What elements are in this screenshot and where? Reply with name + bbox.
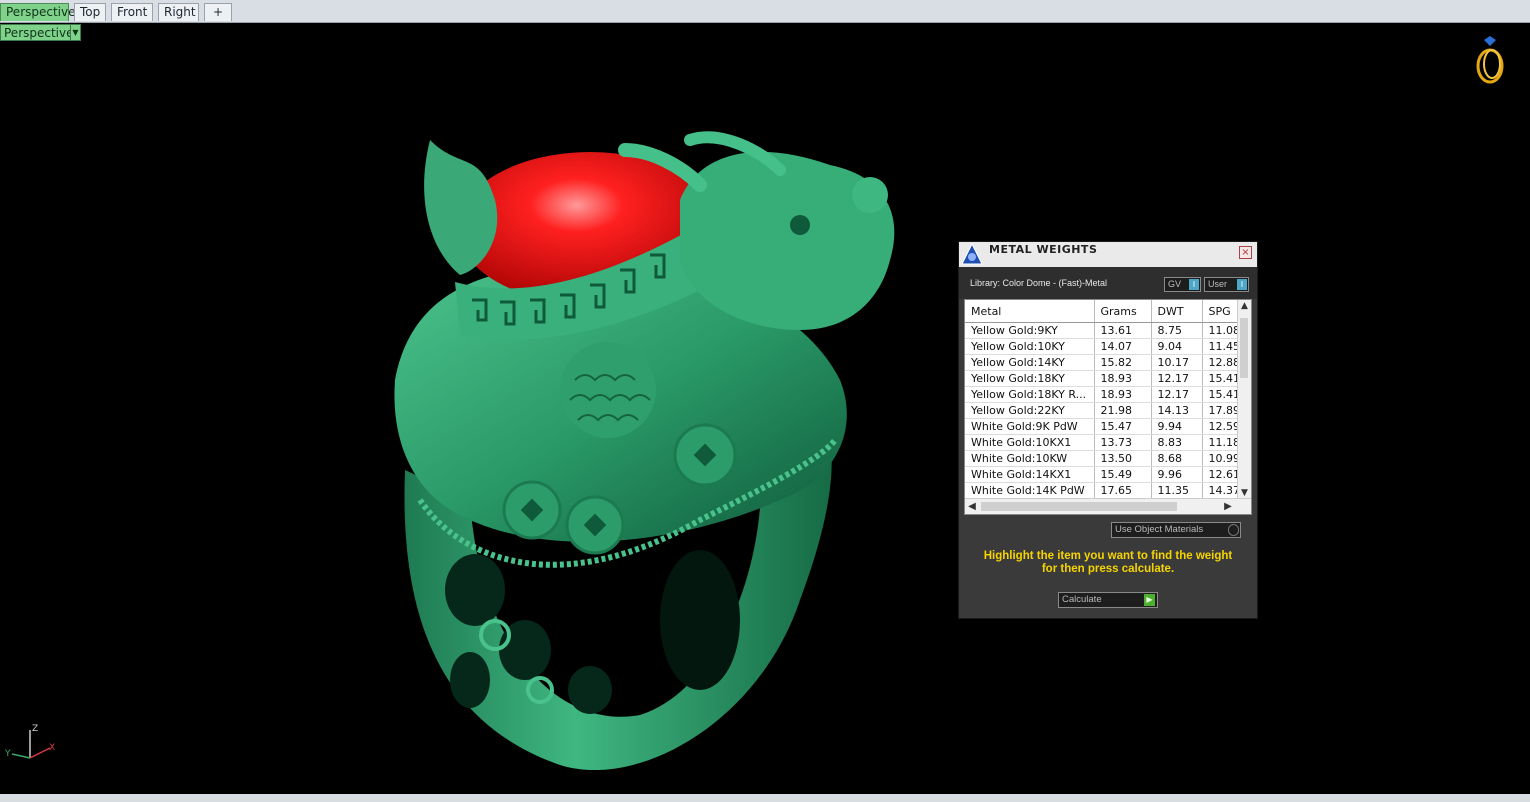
cell-dwt: 8.83 [1151, 434, 1203, 451]
cell-dwt: 9.96 [1151, 466, 1203, 483]
radio-toggle-icon[interactable] [1228, 524, 1239, 536]
library-label: Library: Color Dome - (Fast)-Metal [970, 278, 1108, 288]
status-strip [0, 794, 1530, 802]
ring-model [394, 131, 895, 771]
cell-grams: 21.98 [1094, 402, 1152, 419]
table-row[interactable]: White Gold:10KW 13.50 8.68 10.99 [965, 450, 1251, 467]
cell-dwt: 12.17 [1151, 386, 1203, 403]
table-row[interactable]: Yellow Gold:9KY 13.61 8.75 11.08 [965, 322, 1251, 339]
cell-grams: 15.82 [1094, 354, 1152, 371]
play-arrow-icon[interactable]: ▶ [1144, 594, 1155, 606]
table-row[interactable]: Yellow Gold:22KY 21.98 14.13 17.89 [965, 402, 1251, 419]
calculate-label: Calculate [1062, 594, 1102, 605]
instruction-text: Highlight the item you want to find the … [967, 550, 1249, 576]
ring-logo-icon [1476, 36, 1504, 84]
viewport-3d-scene[interactable] [0, 0, 1530, 794]
cell-metal: Yellow Gold:18KY [965, 370, 1095, 387]
table-row[interactable]: White Gold:9K PdW 15.47 9.94 12.59 [965, 418, 1251, 435]
panel-title: METAL WEIGHTS [989, 243, 1098, 256]
cell-metal: Yellow Gold:10KY [965, 338, 1095, 355]
cell-grams: 17.65 [1094, 482, 1152, 499]
cell-grams: 13.50 [1094, 450, 1152, 467]
cell-dwt: 10.17 [1151, 354, 1203, 371]
cell-dwt: 9.04 [1151, 338, 1203, 355]
table-row[interactable]: Yellow Gold:14KY 15.82 10.17 12.88 [965, 354, 1251, 371]
table-horizontal-scrollbar[interactable]: ◀ ▶ [965, 498, 1251, 514]
cell-metal: White Gold:10KW [965, 450, 1095, 467]
cell-grams: 14.07 [1094, 338, 1152, 355]
scroll-left-icon[interactable]: ◀ [965, 499, 979, 514]
cell-dwt: 9.94 [1151, 418, 1203, 435]
gv-select[interactable]: GV I [1164, 277, 1201, 292]
instruction-line-1: Highlight the item you want to find the … [983, 550, 1233, 562]
cell-dwt: 8.68 [1151, 450, 1203, 467]
cell-grams: 15.49 [1094, 466, 1152, 483]
cell-metal: White Gold:9K PdW [965, 418, 1095, 435]
cell-metal: White Gold:14K PdW [965, 482, 1095, 499]
table-row[interactable]: Yellow Gold:18KY 18.93 12.17 15.41 [965, 370, 1251, 387]
axis-z-label: Z [32, 724, 38, 734]
cell-grams: 13.61 [1094, 322, 1152, 339]
cell-metal: White Gold:14KX1 [965, 466, 1095, 483]
axis-gizmo-icon: Z X Y [4, 724, 55, 759]
cell-metal: Yellow Gold:14KY [965, 354, 1095, 371]
user-select[interactable]: User I [1204, 277, 1249, 292]
axis-y-label: Y [4, 749, 11, 759]
column-header-dwt[interactable]: DWT [1151, 300, 1203, 323]
close-button[interactable]: × [1239, 246, 1252, 259]
use-object-materials-select[interactable]: Use Object Materials [1111, 522, 1241, 538]
cell-metal: Yellow Gold:18KY R... [965, 386, 1095, 403]
gv-select-value: GV [1168, 279, 1182, 289]
metal-table[interactable]: Metal Grams DWT SPG Yellow Gold:9KY 13.61… [964, 299, 1252, 515]
table-vertical-scrollbar[interactable]: ▲ ▼ [1237, 300, 1251, 500]
table-row[interactable]: Yellow Gold:18KY R... 18.93 12.17 15.41 [965, 386, 1251, 403]
table-row[interactable]: Yellow Gold:10KY 14.07 9.04 11.45 [965, 338, 1251, 355]
cell-grams: 15.47 [1094, 418, 1152, 435]
cell-grams: 18.93 [1094, 386, 1152, 403]
user-select-value: User [1208, 279, 1228, 289]
table-row[interactable]: White Gold:14KX1 15.49 9.96 12.61 [965, 466, 1251, 483]
cell-grams: 13.73 [1094, 434, 1152, 451]
cell-metal: Yellow Gold:9KY [965, 322, 1095, 339]
cell-metal: Yellow Gold:22KY [965, 402, 1095, 419]
cell-metal: White Gold:10KX1 [965, 434, 1095, 451]
vertical-scroll-thumb[interactable] [1240, 318, 1248, 378]
panel-title-bar[interactable]: METAL WEIGHTS × [959, 242, 1257, 268]
scroll-up-icon[interactable]: ▲ [1238, 300, 1251, 313]
table-row[interactable]: White Gold:14K PdW 17.65 11.35 14.37 [965, 482, 1251, 499]
cell-grams: 18.93 [1094, 370, 1152, 387]
axis-x-label: X [49, 743, 55, 753]
cell-dwt: 11.35 [1151, 482, 1203, 499]
gv-select-toggle-icon[interactable]: I [1189, 279, 1199, 290]
table-row[interactable]: White Gold:10KX1 13.73 8.83 11.18 [965, 434, 1251, 451]
cell-dwt: 12.17 [1151, 370, 1203, 387]
cell-dwt: 14.13 [1151, 402, 1203, 419]
calculate-button[interactable]: Calculate ▶ [1058, 592, 1158, 608]
horizontal-scroll-thumb[interactable] [981, 502, 1177, 511]
cell-dwt: 8.75 [1151, 322, 1203, 339]
scroll-right-icon[interactable]: ▶ [1221, 499, 1235, 514]
instruction-line-2: for then press calculate. [1041, 563, 1175, 575]
user-select-toggle-icon[interactable]: I [1237, 279, 1247, 290]
column-header-metal[interactable]: Metal [965, 300, 1095, 323]
rhino-logo-icon [961, 242, 983, 265]
column-header-grams[interactable]: Grams [1094, 300, 1152, 323]
use-object-materials-label: Use Object Materials [1115, 524, 1204, 535]
metal-weights-panel: METAL WEIGHTS × Library: Color Dome - (F… [958, 241, 1258, 619]
